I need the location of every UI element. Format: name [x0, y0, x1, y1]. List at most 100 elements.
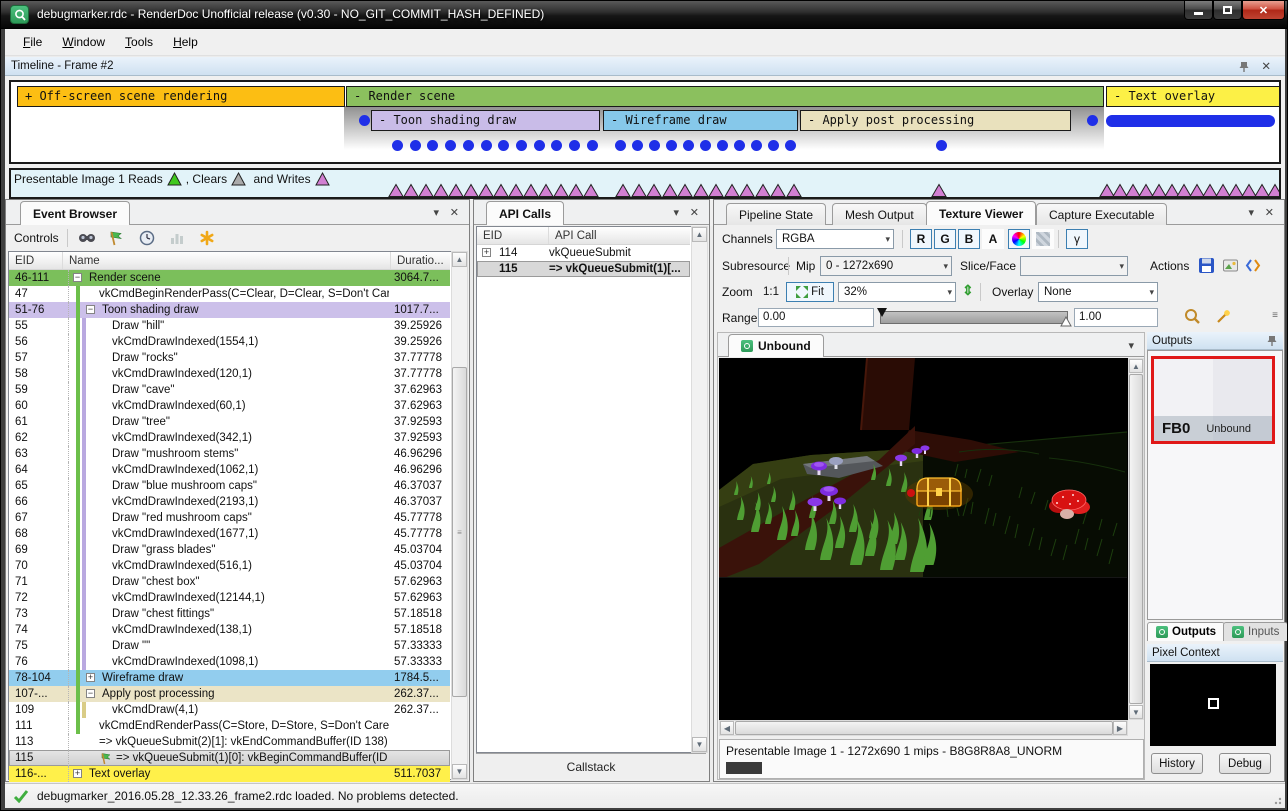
timeline-usage-strip[interactable]: Presentable Image 1 Reads, Clears and Wr… — [9, 168, 1281, 199]
slice-combo[interactable]: ▾ — [1020, 256, 1128, 276]
eb-scroll-up[interactable]: ▲ — [452, 252, 467, 267]
tab-mesh-output[interactable]: Mesh Output — [832, 203, 927, 225]
write-marker-triangle[interactable] — [448, 183, 464, 198]
write-marker-triangle[interactable] — [631, 183, 647, 198]
channels-combo[interactable]: RGBA▾ — [776, 229, 894, 249]
event-row-68[interactable]: 68vkCmdDrawIndexed(1677,1)45.77778 — [9, 526, 450, 542]
autofit-wand-icon[interactable] — [1214, 308, 1232, 329]
event-row-109[interactable]: 109vkCmdDraw(4,1)262.37... — [9, 702, 450, 718]
eb-col-duration[interactable]: Duratio... — [391, 252, 450, 269]
event-row-61[interactable]: 61Draw "tree"37.92593 — [9, 414, 450, 430]
range-min-input[interactable]: 0.00 — [758, 308, 874, 327]
event-row-58[interactable]: 58vkCmdDrawIndexed(120,1)37.77778 — [9, 366, 450, 382]
texture-viewport[interactable] — [719, 358, 1128, 720]
event-row-66[interactable]: 66vkCmdDrawIndexed(2193,1)46.37037 — [9, 494, 450, 510]
overlay-combo[interactable]: None▾ — [1038, 282, 1158, 302]
draw-event-dot[interactable] — [785, 140, 796, 151]
viewport-scroll-down[interactable]: ▼ — [1129, 705, 1143, 719]
tab-inputs[interactable]: Inputs — [1223, 622, 1288, 641]
event-row-78-104[interactable]: 78-104+Wireframe draw1784.5... — [9, 670, 450, 686]
event-row-107-...[interactable]: 107-...−Apply post processing262.37... — [9, 686, 450, 702]
pixel-context-view[interactable] — [1150, 664, 1276, 746]
event-row-75[interactable]: 75Draw ""57.33333 — [9, 638, 450, 654]
flip-y-icon[interactable]: ⇕ — [962, 282, 974, 299]
draw-event-dot[interactable] — [410, 140, 421, 151]
viewport-hscroll[interactable]: ◀ ▶ — [719, 720, 1128, 736]
debug-button[interactable]: Debug — [1219, 753, 1271, 774]
viewport-scroll-left[interactable]: ◀ — [720, 721, 734, 735]
view-as-code-icon[interactable] — [1244, 257, 1262, 277]
tab-texture-viewer[interactable]: Texture Viewer — [926, 201, 1036, 225]
viewport-vscroll[interactable]: ▲ ▼ — [1128, 358, 1144, 720]
write-marker-triangle[interactable] — [538, 183, 554, 198]
timeline-close-icon[interactable]: ✕ — [1261, 59, 1271, 73]
event-row-51-76[interactable]: 51-76−Toon shading draw1017.7... — [9, 302, 450, 318]
api-row-115[interactable]: 115=> vkQueueSubmit(1)[... — [477, 261, 690, 277]
open-texture-list-icon[interactable] — [1222, 257, 1239, 277]
expand-icon[interactable]: + — [482, 248, 491, 257]
tab-outputs[interactable]: Outputs — [1147, 622, 1225, 641]
viewport-vthumb[interactable] — [1129, 374, 1143, 704]
event-row-65[interactable]: 65Draw "blue mushroom caps"46.37037 — [9, 478, 450, 494]
api-scroll-down[interactable]: ▼ — [692, 737, 707, 752]
draw-event-dot[interactable] — [666, 140, 677, 151]
draw-event-dot[interactable] — [734, 140, 745, 151]
texture-image[interactable] — [719, 358, 1127, 578]
event-row-72[interactable]: 72vkCmdDrawIndexed(12144,1)57.62963 — [9, 590, 450, 606]
menu-help[interactable]: Help — [163, 31, 208, 53]
draw-event-dot[interactable] — [569, 140, 580, 151]
timeline-bar[interactable]: - Wireframe draw — [603, 110, 798, 131]
range-white-handle[interactable] — [1060, 316, 1072, 327]
event-row-62[interactable]: 62vkCmdDrawIndexed(342,1)37.92593 — [9, 430, 450, 446]
eb-list-header[interactable]: EID Name Duratio... — [9, 252, 450, 270]
write-marker-triangle[interactable] — [615, 183, 631, 198]
collapse-icon[interactable]: − — [86, 305, 95, 314]
event-row-55[interactable]: 55Draw "hill"39.25926 — [9, 318, 450, 334]
tab-capture-executable[interactable]: Capture Executable — [1036, 203, 1167, 225]
tab-event-browser[interactable]: Event Browser — [20, 201, 130, 225]
channel-b-button[interactable]: B — [958, 229, 980, 249]
history-button[interactable]: History — [1151, 753, 1203, 774]
write-marker-triangle[interactable] — [1267, 183, 1281, 198]
timeline-bar[interactable]: - Text overlay — [1106, 86, 1281, 107]
draw-event-dot[interactable] — [516, 140, 527, 151]
draw-event-dot[interactable] — [649, 140, 660, 151]
write-marker-triangle[interactable] — [583, 183, 599, 198]
zoom-1-1-button[interactable]: 1:1 — [758, 282, 784, 302]
api-close-icon[interactable]: ✕ — [690, 206, 699, 219]
timeline-bar[interactable]: - Render scene — [346, 86, 1104, 107]
api-dropdown-icon[interactable]: ▾ — [673, 206, 679, 219]
event-row-47[interactable]: 47vkCmdBeginRenderPass(C=Clear, D=Clear,… — [9, 286, 450, 302]
channel-r-button[interactable]: R — [910, 229, 932, 249]
write-marker-triangle[interactable] — [755, 183, 771, 198]
eb-scroll-thumb[interactable]: ≡ — [452, 367, 467, 697]
draw-event-dot[interactable] — [632, 140, 643, 151]
channel-a-button[interactable]: A — [982, 229, 1004, 249]
draw-event-dot[interactable] — [1087, 115, 1098, 126]
pin-icon[interactable] — [1267, 335, 1277, 347]
eb-col-eid[interactable]: EID — [9, 252, 63, 269]
write-marker-triangle[interactable] — [646, 183, 662, 198]
event-row-74[interactable]: 74vkCmdDrawIndexed(138,1)57.18518 — [9, 622, 450, 638]
pixel-context-header[interactable]: Pixel Context — [1147, 644, 1283, 662]
colorwheel-button[interactable] — [1008, 229, 1030, 249]
tab-api-calls[interactable]: API Calls — [486, 201, 564, 225]
write-marker-triangle[interactable] — [523, 183, 539, 198]
channel-g-button[interactable]: G — [934, 229, 956, 249]
expand-icon[interactable]: + — [86, 673, 95, 682]
event-row-73[interactable]: 73Draw "chest fittings"57.18518 — [9, 606, 450, 622]
write-marker-triangle[interactable] — [708, 183, 724, 198]
save-texture-icon[interactable] — [1198, 257, 1215, 277]
eb-scrollbar[interactable]: ▲ ≡ ▼ — [451, 251, 468, 780]
eb-dropdown-icon[interactable]: ▾ — [433, 206, 439, 219]
write-marker-triangle[interactable] — [724, 183, 740, 198]
collapse-icon[interactable]: − — [73, 273, 82, 282]
write-marker-triangle[interactable] — [433, 183, 449, 198]
draw-event-dot[interactable] — [683, 140, 694, 151]
draw-event-dot[interactable] — [481, 140, 492, 151]
api-scroll-up[interactable]: ▲ — [692, 227, 707, 242]
write-marker-triangle[interactable] — [508, 183, 524, 198]
menu-window[interactable]: Window — [52, 31, 115, 53]
write-marker-triangle[interactable] — [693, 183, 709, 198]
tv-close-icon[interactable]: ✕ — [1265, 206, 1274, 219]
